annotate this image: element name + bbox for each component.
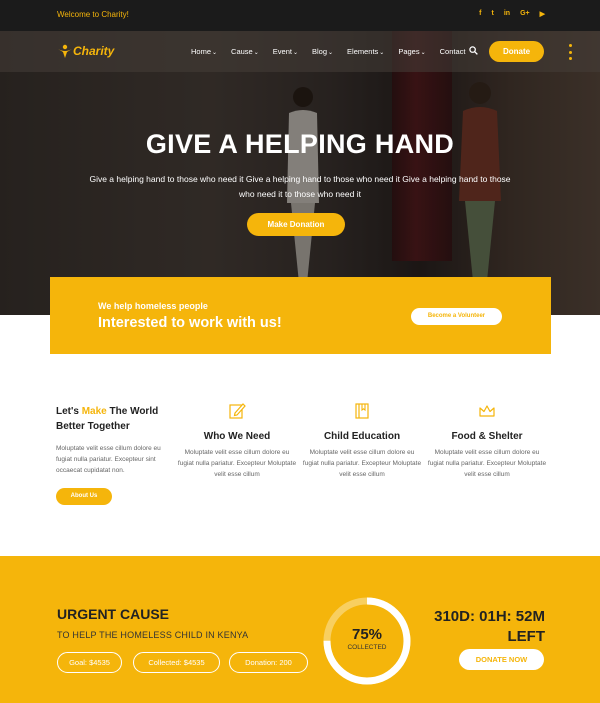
logo-text: Charity bbox=[73, 44, 115, 58]
edit-icon bbox=[229, 403, 246, 419]
countdown-left: LEFT bbox=[507, 628, 546, 645]
urgent-cause-section: URGENT CAUSE TO HELP THE HOMELESS CHILD … bbox=[0, 556, 600, 703]
intro-title: Let's Make The World Better Together bbox=[56, 404, 176, 434]
nav-item-elements[interactable]: Elements⌄ bbox=[347, 47, 384, 56]
feature-food-shelter: Food & Shelter Moluptate velit esse cill… bbox=[427, 402, 547, 480]
progress-label: COLLECTED bbox=[347, 644, 387, 651]
book-icon bbox=[355, 403, 369, 419]
chevron-down-icon: ⌄ bbox=[212, 50, 218, 56]
chevron-down-icon: ⌄ bbox=[292, 50, 298, 56]
linkedin-icon[interactable]: in bbox=[504, 10, 510, 18]
nav-item-blog[interactable]: Blog⌄ bbox=[312, 47, 333, 56]
nav-menu: Home⌄ Cause⌄ Event⌄ Blog⌄ Elements⌄ Page… bbox=[191, 47, 480, 56]
donation-badge: Donation: 200 bbox=[229, 652, 308, 673]
progress-circle: 75% COLLECTED bbox=[322, 596, 412, 686]
urgent-cause-text: TO HELP THE HOMELESS CHILD IN KENYA bbox=[57, 630, 249, 640]
hero-section: Charity Home⌄ Cause⌄ Event⌄ Blog⌄ Elemen… bbox=[0, 31, 600, 315]
chevron-down-icon: ⌄ bbox=[328, 50, 334, 56]
become-volunteer-button[interactable]: Become a Volunteer bbox=[411, 308, 502, 325]
chevron-down-icon: ⌄ bbox=[379, 50, 385, 56]
nav-item-home[interactable]: Home⌄ bbox=[191, 47, 217, 56]
social-links: f t in G+ ▶ bbox=[479, 10, 545, 18]
make-donation-button[interactable]: Make Donation bbox=[247, 213, 345, 236]
volunteer-tagline: We help homeless people bbox=[98, 301, 208, 311]
collected-badge: Collected: $4535 bbox=[133, 652, 220, 673]
search-icon[interactable] bbox=[469, 46, 478, 55]
youtube-icon[interactable]: ▶ bbox=[540, 10, 545, 18]
feature-title: Child Education bbox=[323, 431, 401, 442]
countdown-time: 310D: 01H: 52M bbox=[434, 608, 545, 625]
dot bbox=[569, 44, 572, 47]
nav-item-label: Home bbox=[191, 47, 212, 56]
nav-item-cause[interactable]: Cause⌄ bbox=[231, 47, 259, 56]
feature-text: Moluptate velit esse cillum dolore eu fu… bbox=[177, 449, 297, 478]
chevron-down-icon: ⌄ bbox=[420, 50, 426, 56]
nav-item-event[interactable]: Event⌄ bbox=[273, 47, 298, 56]
nav-item-contact[interactable]: Contact bbox=[440, 47, 466, 56]
intro-title-highlight: Make bbox=[81, 406, 107, 417]
feature-text: Moluptate velit esse cillum dolore eu fu… bbox=[427, 449, 547, 478]
countdown-timer: 310D: 01H: 52M LEFT bbox=[425, 607, 545, 647]
charity-logo-icon bbox=[58, 44, 72, 58]
donate-button[interactable]: Donate bbox=[489, 41, 544, 62]
crown-icon bbox=[479, 405, 495, 417]
progress-percent: 75% bbox=[351, 626, 383, 643]
goal-badge: Goal: $4535 bbox=[57, 652, 122, 673]
nav-item-label: Blog bbox=[311, 47, 327, 56]
dot bbox=[569, 50, 572, 54]
top-bar: Welcome to Charity! f t in G+ ▶ bbox=[0, 0, 600, 31]
feature-title: Who We Need bbox=[203, 431, 271, 442]
hero-subtitle: Give a helping hand to those who need it… bbox=[89, 174, 511, 199]
nav-item-label: Event bbox=[272, 47, 292, 56]
feature-text: Moluptate velit esse cillum dolore eu fu… bbox=[302, 449, 422, 478]
site-logo[interactable]: Charity bbox=[58, 44, 114, 58]
feature-who-we-need: Who We Need Moluptate velit esse cillum … bbox=[177, 402, 297, 480]
intro-text: Moluptate velit esse cillum dolore eu fu… bbox=[56, 445, 161, 474]
nav-item-label: Pages bbox=[398, 47, 420, 56]
chevron-down-icon: ⌄ bbox=[253, 50, 259, 56]
twitter-icon[interactable]: t bbox=[491, 10, 493, 18]
volunteer-heading: Interested to work with us! bbox=[98, 315, 282, 331]
intro-block: Let's Make The World Better Together Mol… bbox=[56, 404, 176, 476]
nav-item-pages[interactable]: Pages⌄ bbox=[398, 47, 425, 56]
urgent-title: URGENT CAUSE bbox=[57, 606, 170, 622]
nav-item-label: Elements bbox=[347, 47, 379, 56]
dot bbox=[569, 57, 572, 60]
google-plus-icon[interactable]: G+ bbox=[520, 10, 530, 18]
hero-title: GIVE A HELPING HAND bbox=[145, 129, 455, 159]
donate-now-button[interactable]: DONATE NOW bbox=[459, 649, 544, 670]
about-us-button[interactable]: About Us bbox=[56, 488, 112, 505]
nav-item-label: Cause bbox=[231, 47, 253, 56]
facebook-icon[interactable]: f bbox=[479, 10, 481, 18]
main-navbar: Charity Home⌄ Cause⌄ Event⌄ Blog⌄ Elemen… bbox=[0, 31, 600, 72]
more-menu-icon[interactable] bbox=[569, 44, 573, 60]
feature-title: Food & Shelter bbox=[451, 431, 523, 442]
nav-item-label: Contact bbox=[439, 47, 466, 56]
volunteer-banner: We help homeless people Interested to wo… bbox=[50, 277, 551, 354]
intro-title-pre: Let's bbox=[56, 406, 82, 417]
feature-child-education: Child Education Moluptate velit esse cil… bbox=[302, 402, 422, 480]
welcome-text: Welcome to Charity! bbox=[57, 10, 129, 19]
